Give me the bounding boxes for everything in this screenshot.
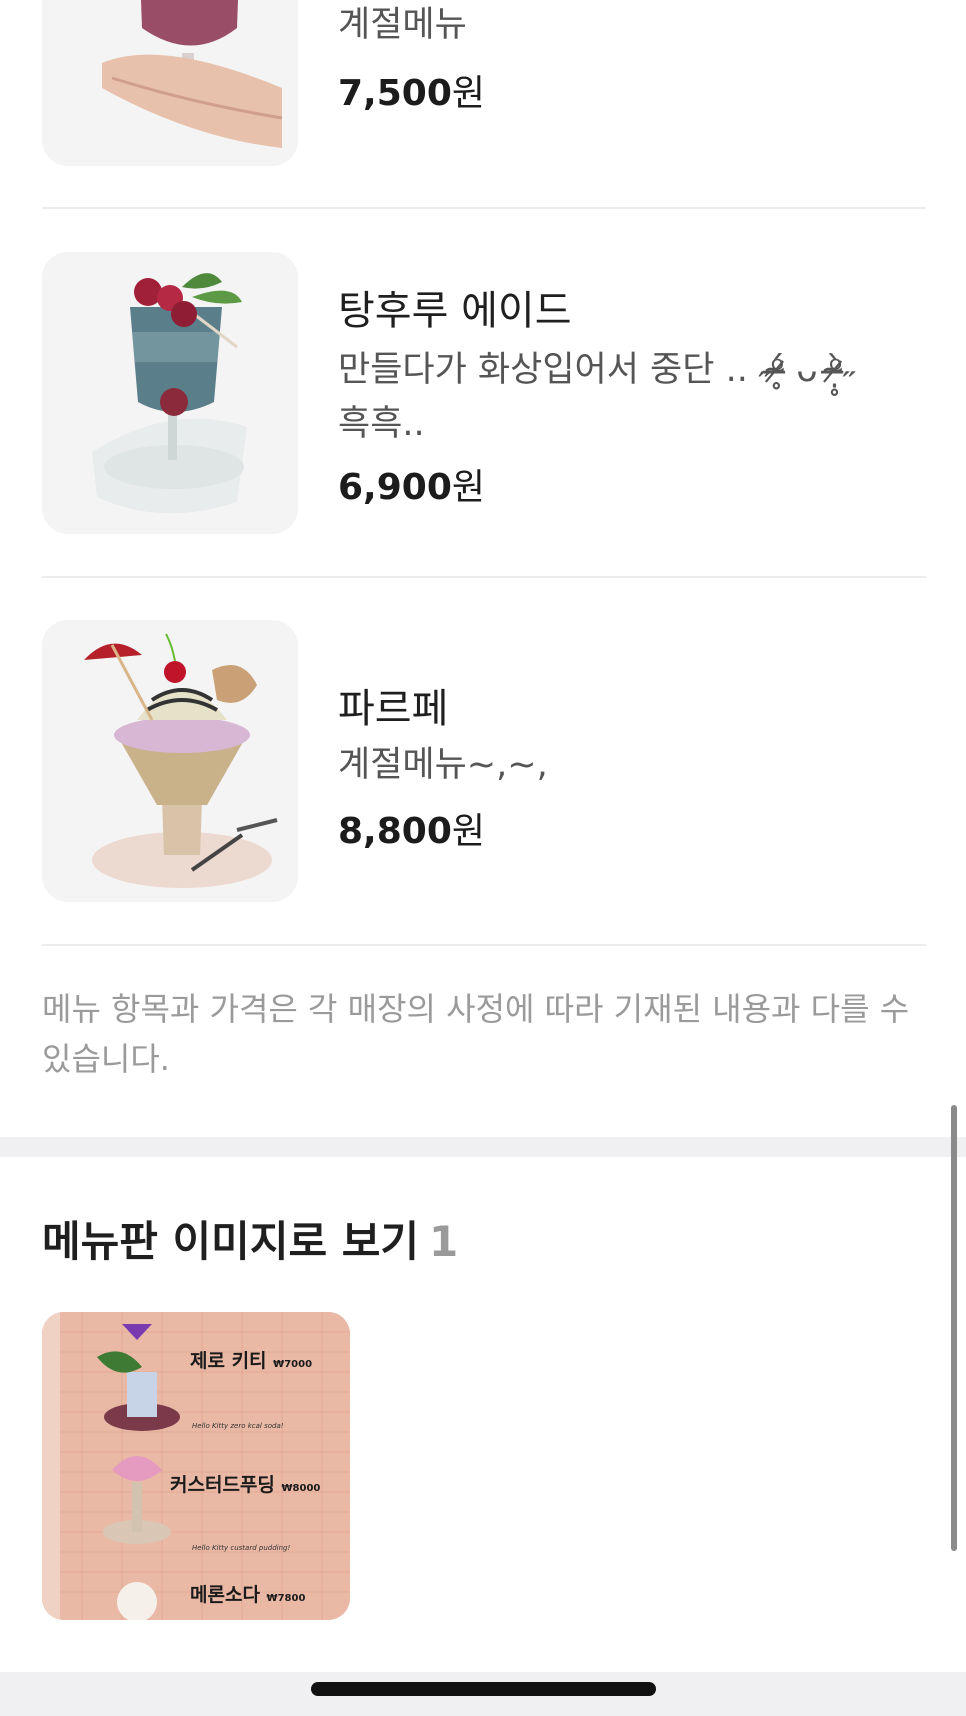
board-line-title: 커스터드푸딩 ₩8000: [170, 1474, 321, 1496]
divider: [42, 207, 926, 209]
menu-item-name: 탕후루 에이드: [338, 288, 572, 334]
image-count: 1: [429, 1217, 459, 1266]
board-line-title: 제로 키티 ₩7000: [190, 1350, 313, 1372]
menu-item-image[interactable]: [42, 620, 298, 902]
menu-item-description: 계절메뉴: [338, 5, 467, 45]
home-indicator[interactable]: [311, 1682, 656, 1696]
menu-item-description: 계절메뉴~,~,: [338, 745, 548, 785]
price-notice: 메뉴 항목과 가격은 각 매장의 사정에 따라 기재된 내용과 다를 수 있습니…: [42, 990, 910, 1078]
menu-item-price: 6,900원: [338, 467, 485, 508]
menu-item-price: 7,500원: [338, 73, 485, 114]
board-line-title: 메론소다 ₩7800: [190, 1584, 306, 1606]
menu-board-image[interactable]: 제로 키티 ₩7000 Hello Kitty zero kcal soda! …: [42, 1312, 350, 1620]
section-separator: [0, 1137, 966, 1157]
divider: [42, 576, 926, 578]
scrollbar[interactable]: [951, 1105, 957, 1551]
menu-item-name: 파르페: [338, 686, 449, 732]
board-line-caption: Hello Kitty custard pudding!: [192, 1544, 291, 1552]
menu-item-image[interactable]: [42, 252, 298, 534]
section-title-text: 메뉴판 이미지로 보기: [42, 1217, 420, 1266]
menu-board-section-title: 메뉴판 이미지로 보기 1: [42, 1208, 458, 1269]
menu-item-price: 8,800원: [338, 811, 485, 852]
parfait-photo-icon: [42, 620, 298, 902]
cocktail-glass-photo-icon: [42, 0, 298, 166]
menu-item-image[interactable]: [42, 0, 298, 166]
divider: [42, 944, 926, 946]
menu-item-description: 만들다가 화상입어서 중단 .. ˶ᵒ̴̶̷̥́ ᴗ ᵒ̴̶̷̣̥̀˶ 흑흑..: [338, 350, 855, 444]
board-line-caption: Hello Kitty zero kcal soda!: [192, 1422, 284, 1430]
tanghulu-ade-photo-icon: [42, 252, 298, 534]
